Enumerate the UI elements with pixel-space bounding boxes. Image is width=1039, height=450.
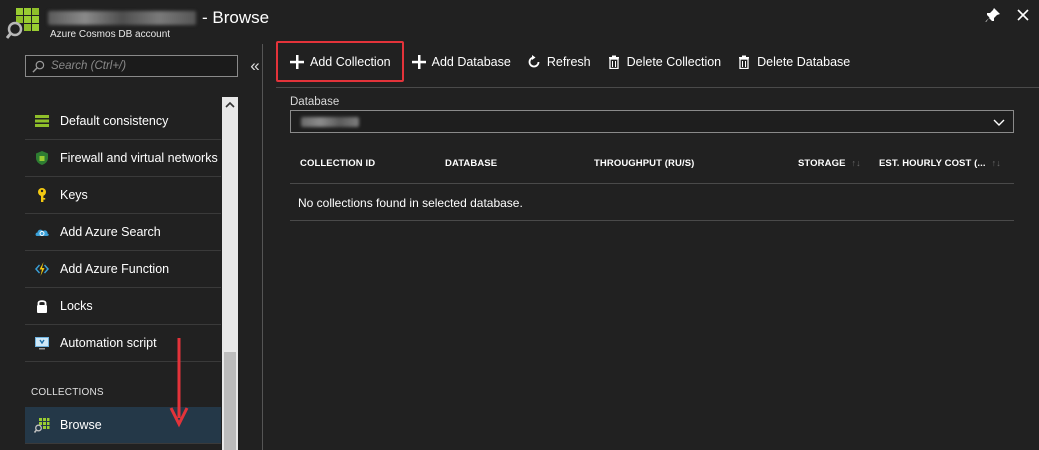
collapse-sidebar-button[interactable]: «: [247, 56, 263, 76]
add-collection-label: Add Collection: [310, 54, 391, 69]
plus-icon: [290, 54, 304, 69]
command-bar: Add Collection Add Database Refresh Dele…: [276, 41, 858, 82]
sidebar-item-keys[interactable]: Keys: [25, 177, 221, 214]
sort-icon: ↑↓: [991, 158, 1001, 168]
delete-database-label: Delete Database: [757, 54, 851, 69]
table-row: No collections found in selected databas…: [290, 184, 1014, 221]
automation-script-icon: [34, 335, 50, 351]
sidebar-item-default-consistency[interactable]: Default consistency: [25, 103, 221, 140]
sidebar-item-label: Firewall and virtual networks: [60, 151, 218, 165]
sidebar-menu: Default consistency Firewall and virtual…: [25, 103, 221, 362]
sidebar-item-label: Locks: [60, 299, 93, 313]
sidebar-item-firewall[interactable]: Firewall and virtual networks: [25, 140, 221, 177]
delete-database-button[interactable]: Delete Database: [729, 41, 858, 82]
refresh-label: Refresh: [546, 54, 591, 69]
sidebar-scrollbar[interactable]: [222, 97, 238, 450]
page-title: - Browse: [202, 8, 270, 27]
cosmos-db-app-icon: [5, 6, 40, 40]
sidebar-item-add-azure-search[interactable]: Add Azure Search: [25, 214, 221, 251]
collections-table-header: COLLECTION ID DATABASE THROUGHPUT (RU/S)…: [290, 145, 1014, 184]
blade-title: - Browse: [48, 7, 269, 29]
trash-icon: [607, 55, 621, 69]
sidebar-item-label: Keys: [60, 188, 88, 202]
column-header-database[interactable]: DATABASE: [445, 158, 497, 169]
annotation-arrow-icon: [169, 338, 189, 428]
column-header-est-hourly-cost[interactable]: EST. HOURLY COST (... ↑↓: [879, 158, 1001, 169]
delete-collection-button[interactable]: Delete Collection: [599, 41, 730, 82]
pin-icon[interactable]: [984, 6, 1002, 24]
sidebar-item-add-azure-function[interactable]: Add Azure Function: [25, 251, 221, 288]
column-header-throughput[interactable]: THROUGHPUT (RU/S): [594, 158, 694, 169]
refresh-icon: [527, 54, 541, 69]
scrollbar-thumb[interactable]: [224, 352, 236, 450]
refresh-button[interactable]: Refresh: [519, 41, 599, 82]
toolbar-divider: [276, 87, 1039, 88]
page-subtitle: Azure Cosmos DB account: [50, 29, 171, 40]
sidebar-item-label: Add Azure Search: [60, 225, 161, 239]
sidebar-item-locks[interactable]: Locks: [25, 288, 221, 325]
sidebar-item-label: Automation script: [60, 336, 157, 350]
search-input[interactable]: [51, 60, 231, 72]
azure-search-icon: [34, 224, 50, 240]
database-field-label: Database: [290, 96, 340, 108]
empty-state-message: No collections found in selected databas…: [298, 196, 523, 210]
sidebar-item-label: Default consistency: [60, 114, 169, 128]
chevron-down-icon: [993, 119, 1005, 126]
add-collection-button[interactable]: Add Collection: [276, 41, 404, 82]
add-database-button[interactable]: Add Database: [404, 41, 519, 82]
database-select[interactable]: [290, 110, 1014, 133]
sidebar-item-label: Browse: [60, 418, 102, 432]
close-icon[interactable]: [1014, 6, 1032, 24]
firewall-icon: [34, 150, 50, 166]
sidebar-search-box[interactable]: [25, 55, 238, 77]
redacted-database-name: [301, 116, 359, 127]
pane-divider: [262, 44, 263, 450]
plus-icon: [411, 54, 426, 69]
consistency-icon: [34, 113, 50, 129]
redacted-account-name: [48, 11, 196, 25]
lock-icon: [34, 298, 50, 314]
sidebar-item-label: Add Azure Function: [60, 262, 170, 276]
scroll-up-arrow-icon[interactable]: [222, 97, 238, 113]
search-icon: [32, 60, 45, 73]
key-icon: [34, 187, 50, 203]
sort-icon: ↑↓: [851, 158, 861, 168]
azure-function-icon: [34, 261, 50, 277]
add-database-label: Add Database: [431, 54, 511, 69]
browse-icon: [34, 417, 50, 433]
column-header-collection-id[interactable]: COLLECTION ID: [300, 158, 375, 169]
section-header-collections: COLLECTIONS: [31, 387, 104, 398]
column-header-storage[interactable]: STORAGE ↑↓: [798, 158, 861, 169]
delete-collection-label: Delete Collection: [626, 54, 722, 69]
trash-icon: [737, 55, 751, 69]
